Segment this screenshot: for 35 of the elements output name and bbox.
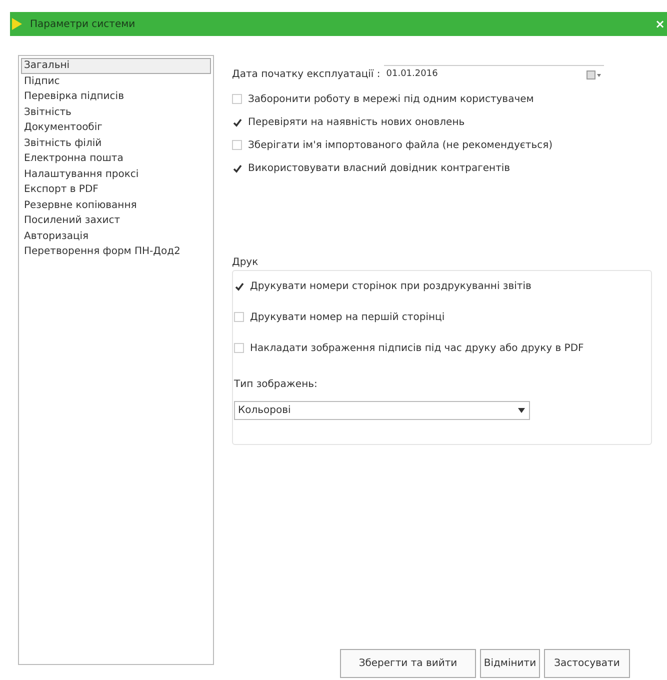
dialog-button[interactable]: Застосувати	[544, 649, 630, 678]
sidebar-item[interactable]: Посилений захист	[21, 213, 211, 228]
sidebar-item[interactable]: Перетворення форм ПН-Дод2	[21, 244, 211, 260]
checkbox-label: Зберігати ім'я імпортованого файла (не рекомендується)	[248, 138, 552, 152]
sidebar-item[interactable]: Електронна пошта	[21, 151, 211, 166]
checkbox-label: Заборонити роботу в мережі під одним користувачем	[248, 92, 534, 106]
image-type-label: Тип зображень:	[234, 378, 318, 392]
sidebar-item[interactable]: Документообіг	[21, 120, 211, 136]
dialog-button[interactable]: Відмінити	[480, 649, 540, 678]
sidebar-item[interactable]: Звітність філій	[21, 136, 211, 151]
group-title: Друк	[232, 257, 258, 268]
sidebar-item[interactable]: Звітність	[21, 104, 211, 120]
window-title: Параметри системи	[30, 18, 136, 32]
checkbox-label: Друкувати номери сторінок при роздрукуванні звітів	[250, 280, 532, 294]
image-type-dropdown[interactable]: Кольорові	[234, 401, 530, 420]
checkbox[interactable]	[232, 117, 242, 127]
date-label: Дата початку експлуатації :	[232, 68, 380, 82]
dialog-button[interactable]: Зберегти та вийти	[340, 649, 476, 678]
sidebar-item[interactable]: Налаштування проксі	[21, 166, 211, 182]
sidebar-item[interactable]: Підпис	[21, 74, 211, 89]
sidebar-item[interactable]: Експорт в PDF	[21, 182, 211, 198]
checkbox-label: Використовувати власний довідник контрагентів	[248, 162, 510, 176]
calendar-icon[interactable]	[586, 70, 602, 80]
checkbox-label: Друкувати номер на першій сторінці	[250, 310, 445, 324]
sidebar-item[interactable]: Перевірка підписів	[21, 89, 211, 104]
triangle-icon	[12, 18, 22, 30]
checkbox[interactable]	[234, 281, 244, 291]
sidebar-item[interactable]: Загальні	[21, 58, 211, 74]
checkbox[interactable]	[232, 163, 242, 173]
sidebar-item[interactable]: Резервне копіювання	[21, 198, 211, 213]
dropdown-arrow-icon	[518, 408, 525, 413]
date-field[interactable]: 01.01.2016	[384, 65, 604, 83]
checkbox-label: Перевіряти на наявність нових оновлень	[248, 116, 465, 130]
checkbox-label: Накладати зображення підписів під час друку або друку в PDF	[250, 342, 584, 356]
sidebar-item[interactable]: Авторизація	[21, 228, 211, 244]
